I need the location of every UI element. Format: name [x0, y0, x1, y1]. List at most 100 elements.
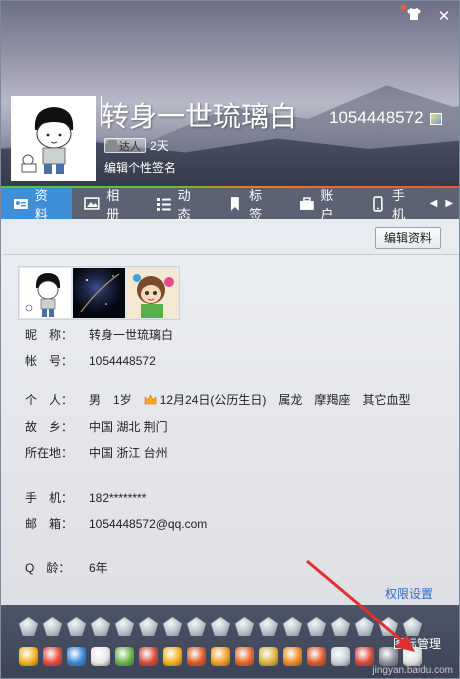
album-icon	[84, 196, 101, 210]
game-badge-icon[interactable]	[283, 647, 302, 666]
info-row-qage: Q 龄： 6年	[25, 559, 108, 576]
info-label: 邮 箱：	[25, 517, 74, 531]
diamond-badge-icon[interactable]	[283, 617, 302, 636]
gender-value: 男	[89, 393, 102, 407]
tab-profile[interactable]: 资料	[1, 188, 73, 222]
tab-phone[interactable]: 手机	[358, 188, 429, 222]
tab-label: 相册	[106, 187, 120, 222]
badge-bar: 图标管理 jingyan.baidu.com	[1, 605, 459, 678]
diamond-badge-icon[interactable]	[307, 617, 326, 636]
close-icon[interactable]: ✕	[435, 7, 453, 25]
game-badge-icon[interactable]	[115, 647, 134, 666]
header-qq-number: 1054448572	[329, 108, 424, 127]
tab-album[interactable]: 相册	[72, 188, 143, 222]
feed-list-icon	[156, 197, 171, 211]
diamond-badge-icon[interactable]	[19, 617, 38, 636]
signature-field[interactable]: 编辑个性签名	[104, 159, 176, 176]
info-row-hometown: 故 乡： 中国 湖北 荆门	[25, 418, 168, 435]
game-badge-icon[interactable]	[67, 647, 86, 666]
tab-label: 账户	[320, 187, 334, 222]
diamond-badge-icon[interactable]	[139, 617, 158, 636]
info-label: 昵 称：	[25, 328, 74, 342]
info-value: 中国 湖北 荆门	[89, 420, 168, 434]
game-badge-icon[interactable]	[19, 647, 38, 666]
photo-thumbnail[interactable]	[20, 268, 72, 318]
tab-label: 资料	[34, 187, 48, 222]
watermark: jingyan.baidu.com	[372, 665, 453, 676]
diamond-badge-icon[interactable]	[43, 617, 62, 636]
badge-manage-link[interactable]: 图标管理	[393, 635, 441, 652]
profile-header: ✕ 转身一世琉璃白 1054448572 达人 2天 编辑个性签名	[1, 1, 459, 186]
avatar[interactable]	[11, 96, 96, 181]
info-value: 6年	[89, 561, 108, 575]
crown-icon	[144, 393, 157, 404]
game-badge-icon[interactable]	[211, 647, 230, 666]
edit-profile-button[interactable]: 编辑资料	[374, 227, 441, 249]
bookmark-icon	[231, 196, 240, 211]
level-badge-label: 达人	[119, 140, 141, 153]
diamond-badge-icon[interactable]	[67, 617, 86, 636]
info-label: 所在地：	[25, 446, 74, 460]
game-badge-icon[interactable]	[307, 647, 326, 666]
game-badge-icon[interactable]	[163, 647, 182, 666]
blood-type-value: 其它血型	[362, 393, 411, 407]
game-badge-icon[interactable]	[331, 647, 350, 666]
level-days: 2天	[150, 139, 169, 153]
tab-account[interactable]: 账户	[287, 188, 358, 222]
info-label: 手 机：	[25, 491, 74, 505]
profile-window: ✕ 转身一世琉璃白 1054448572 达人 2天 编辑个性签名 资料 相册 …	[0, 0, 460, 679]
info-label: Q 龄：	[25, 561, 71, 575]
age-value: 1岁	[113, 393, 132, 407]
game-badge-icon[interactable]	[187, 647, 206, 666]
constellation-value: 摩羯座	[314, 393, 351, 407]
diamond-badge-icon[interactable]	[163, 617, 182, 636]
tab-feed[interactable]: 动态	[144, 188, 215, 222]
chevron-right-icon[interactable]: ▶	[445, 198, 453, 209]
info-row-account: 帐 号： 1054448572	[25, 352, 156, 369]
game-badge-icon[interactable]	[259, 647, 278, 666]
game-badge-icon[interactable]	[91, 647, 110, 666]
diamond-badge-icon[interactable]	[355, 617, 374, 636]
diamond-badge-icon[interactable]	[331, 617, 350, 636]
diamond-badge-icon[interactable]	[259, 617, 278, 636]
badge-row	[19, 647, 422, 666]
divider	[3, 254, 459, 255]
info-label: 帐 号：	[25, 354, 74, 368]
game-badge-icon[interactable]	[43, 647, 62, 666]
level-row: 达人 2天	[104, 137, 169, 154]
diamond-badge-icon[interactable]	[187, 617, 206, 636]
badge-row	[19, 617, 422, 636]
birthday-value: 12月24日(公历生日)	[159, 393, 267, 407]
diamond-badge-icon[interactable]	[115, 617, 134, 636]
tab-scroll: ◀ ▶	[430, 188, 459, 219]
info-value: 182********	[89, 490, 147, 505]
info-value: 1054448572	[89, 353, 156, 368]
diamond-badge-icon[interactable]	[379, 617, 398, 636]
level-icon	[107, 140, 117, 151]
game-badge-icon[interactable]	[355, 647, 374, 666]
chevron-left-icon[interactable]: ◀	[430, 198, 438, 209]
briefcase-icon	[299, 196, 314, 210]
game-badge-icon[interactable]	[235, 647, 254, 666]
diamond-badge-icon[interactable]	[403, 617, 422, 636]
info-row-location: 所在地： 中国 浙江 台州	[25, 444, 168, 461]
diamond-badge-icon[interactable]	[235, 617, 254, 636]
header-nickname[interactable]: 转身一世琉璃白	[101, 95, 297, 135]
profile-card-icon	[13, 198, 28, 209]
tab-tags[interactable]: 标签	[215, 188, 286, 222]
game-badge-icon[interactable]	[139, 647, 158, 666]
info-label: 个 人：	[25, 393, 74, 407]
photo-thumbnail[interactable]	[73, 268, 125, 318]
info-value: 中国 浙江 台州	[89, 446, 168, 460]
level-badge[interactable]: 达人	[104, 138, 146, 153]
diamond-badge-icon[interactable]	[211, 617, 230, 636]
permission-settings-link[interactable]: 权限设置	[385, 585, 433, 602]
skin-shirt-icon[interactable]	[405, 7, 423, 25]
photo-thumbnail[interactable]	[126, 268, 178, 318]
tab-label: 手机	[391, 187, 405, 222]
qq-level-icon[interactable]	[430, 113, 442, 125]
tab-label: 动态	[177, 187, 191, 222]
info-row-personal: 个 人： 男 1岁 12月24日(公历生日) 属龙 摩羯座 其它血型	[25, 391, 410, 408]
photo-strip	[18, 266, 180, 320]
diamond-badge-icon[interactable]	[91, 617, 110, 636]
